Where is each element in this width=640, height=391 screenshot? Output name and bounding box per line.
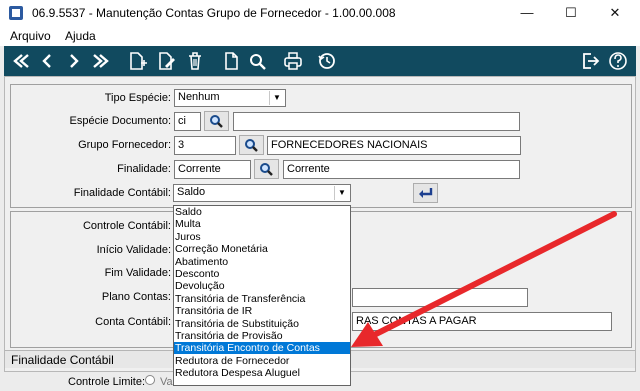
annotation-arrow-icon <box>351 211 617 347</box>
